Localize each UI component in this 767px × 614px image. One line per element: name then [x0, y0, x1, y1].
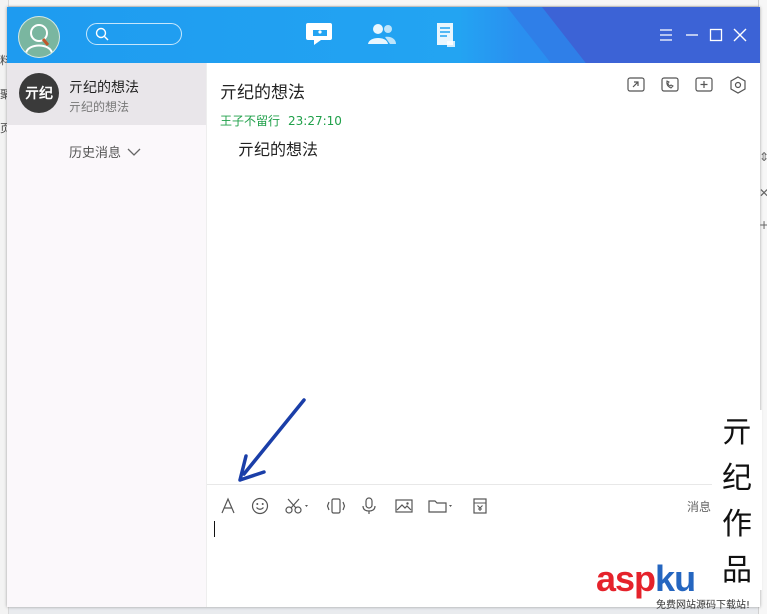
font-icon[interactable] — [217, 495, 239, 517]
contacts-icon — [368, 24, 396, 44]
notes-icon — [437, 23, 455, 47]
minimize-icon[interactable] — [683, 26, 701, 44]
edge-char: + — [759, 218, 767, 232]
contacts-tab[interactable] — [365, 19, 399, 51]
search-icon — [95, 27, 109, 41]
settings-icon[interactable] — [728, 75, 748, 95]
conversation-name: 亓纪的想法 — [69, 80, 139, 96]
chevron-down-icon — [127, 148, 141, 156]
chat-panel: 亓纪的想法 王子不留行 23:27:10 亓纪的想法 消息 — [207, 63, 760, 607]
asp-text: asp — [596, 558, 656, 599]
site-watermark-tagline: 免费网站源码下载站! — [656, 600, 751, 611]
title-bar — [7, 7, 760, 63]
edge-char: ✕ — [759, 186, 767, 200]
desktop-strip — [0, 0, 767, 7]
phone-icon[interactable] — [660, 75, 680, 95]
history-messages-button[interactable]: 历史消息 — [69, 142, 141, 161]
user-avatar[interactable] — [18, 16, 60, 58]
text-caret — [214, 521, 215, 537]
handwritten-char: 作 — [722, 507, 752, 542]
message-tab[interactable] — [303, 19, 337, 51]
annotation-arrow — [238, 398, 306, 482]
chat-title: 亓纪的想法 — [220, 83, 305, 103]
ku-text: ku — [655, 558, 696, 599]
handwritten-char: 亓 — [722, 415, 752, 450]
conversation-avatar: 亓纪 — [19, 73, 59, 113]
maximize-icon[interactable] — [707, 26, 725, 44]
conversation-sidebar: 亓纪 亓纪的想法 亓纪的想法 历史消息 — [7, 63, 207, 607]
shake-icon[interactable] — [325, 495, 347, 517]
share-screen-icon[interactable] — [626, 75, 646, 95]
add-member-icon[interactable] — [694, 75, 714, 95]
message-record-button[interactable]: 消息 — [687, 498, 711, 515]
image-icon[interactable] — [393, 495, 415, 517]
message-meta: 王子不留行 23:27:10 — [220, 112, 342, 129]
history-label: 历史消息 — [69, 146, 122, 161]
user-silhouette-icon — [25, 24, 53, 54]
message-text: 亓纪的想法 — [238, 140, 319, 159]
menu-icon[interactable] — [657, 26, 675, 44]
notes-tab[interactable] — [429, 19, 463, 51]
message-time: 23:27:10 — [288, 114, 342, 128]
message-icon — [306, 23, 332, 45]
screenshot-icon[interactable] — [283, 495, 313, 517]
message-sender: 王子不留行 — [220, 114, 281, 128]
edge-char: ⇕ — [759, 150, 767, 164]
red-packet-icon[interactable] — [469, 495, 491, 517]
search-input[interactable] — [86, 23, 182, 45]
close-icon[interactable] — [731, 26, 749, 44]
conversation-item[interactable]: 亓纪 亓纪的想法 亓纪的想法 — [7, 63, 206, 125]
handwritten-watermark: 亓 纪 作 品 — [712, 410, 762, 590]
voice-icon[interactable] — [358, 495, 380, 517]
site-watermark-logo: aspku — [596, 558, 696, 600]
handwritten-char: 纪 — [722, 461, 752, 496]
chat-window: 亓纪 亓纪的想法 亓纪的想法 历史消息 亓纪的想法 王子不留行 23:27:10… — [7, 7, 760, 607]
conversation-preview: 亓纪的想法 — [69, 100, 130, 114]
handwritten-char: 品 — [722, 553, 752, 588]
input-toolbar: 消息 — [207, 484, 760, 527]
emoji-icon[interactable] — [249, 495, 271, 517]
folder-icon[interactable] — [427, 495, 457, 517]
